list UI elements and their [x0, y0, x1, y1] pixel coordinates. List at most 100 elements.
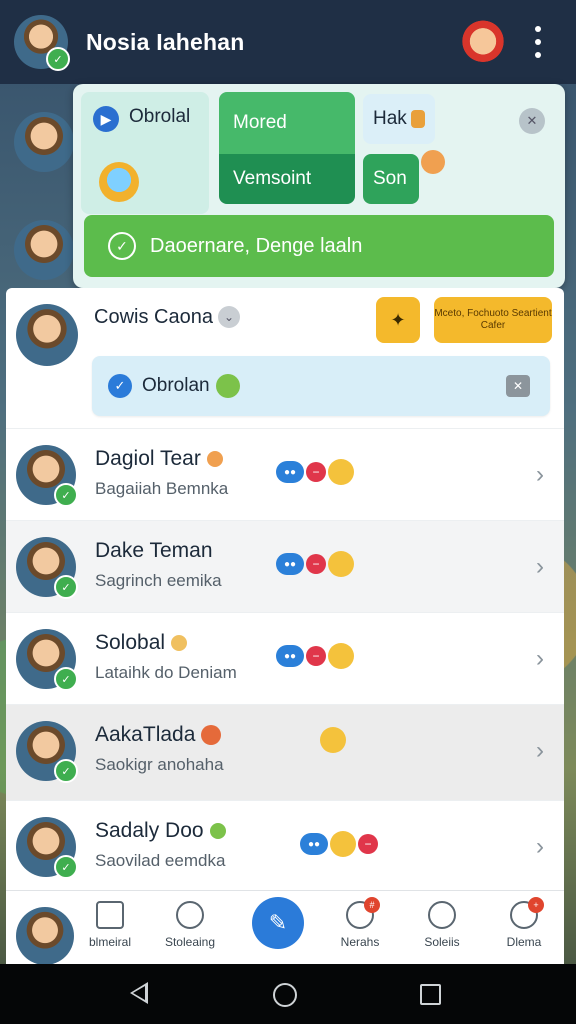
- chevron-right-icon: ›: [536, 553, 544, 580]
- face-emoji-icon: [328, 551, 354, 577]
- chat-bubble-icon: ●●: [276, 461, 304, 483]
- play-icon: ▶: [93, 106, 119, 132]
- hammer-emoji-icon: [410, 110, 425, 128]
- compose-fab-button[interactable]: ✎: [252, 897, 304, 949]
- banner-text: Daoernare, Denge laaln: [150, 234, 363, 257]
- contact-subtitle: Saokigr anohaha: [95, 755, 224, 774]
- mored-button[interactable]: Mored: [219, 92, 355, 154]
- face-emoji-icon: [320, 727, 346, 753]
- son-button[interactable]: Son: [363, 154, 419, 204]
- chat-icon: #: [346, 897, 380, 929]
- dismiss-icon[interactable]: ✕: [506, 375, 530, 397]
- check-circle-icon: ✓: [108, 232, 136, 260]
- reaction-icons: ●● −: [276, 643, 354, 669]
- check-badge-icon: ✓: [108, 374, 132, 398]
- pill-label: Obrolan: [142, 375, 210, 396]
- nav-item-dlema[interactable]: + Dlema: [488, 897, 560, 949]
- gift-icon[interactable]: ✦: [376, 297, 420, 343]
- chevron-right-icon: ›: [536, 645, 544, 672]
- back-icon[interactable]: [130, 982, 148, 1004]
- contact-avatar: ✓: [16, 537, 78, 599]
- face-emoji-icon: [328, 643, 354, 669]
- reaction-icons: [320, 727, 346, 753]
- profile-avatar[interactable]: ✓: [14, 15, 70, 71]
- top-app-bar: ✓ Nosia Iahehan: [0, 0, 576, 84]
- contact-avatar: ✓: [16, 629, 78, 691]
- face-emoji-icon: [330, 831, 356, 857]
- confirm-banner-button[interactable]: ✓ Daoernare, Denge laaln: [84, 215, 554, 277]
- contact-avatar: ✓: [16, 721, 78, 783]
- emoji-icon: [201, 725, 222, 746]
- contact-avatar: ✓: [16, 445, 78, 507]
- nav-label: Stoleaing: [164, 935, 216, 949]
- contact-subtitle: Bagaiiah Bemnka: [95, 479, 229, 498]
- nav-label: Dlema: [506, 935, 542, 949]
- contact-avatar: ✓: [16, 817, 78, 879]
- online-status-icon: ✓: [46, 47, 70, 71]
- nav-item-nerahs[interactable]: # Nerahs: [324, 897, 396, 949]
- notification-badge: #: [364, 897, 380, 913]
- nav-item-blmeiral[interactable]: blmeiral: [74, 901, 146, 949]
- minus-icon: −: [306, 462, 326, 482]
- online-status-icon: ✓: [54, 667, 78, 691]
- hak-label: Hak: [373, 108, 407, 129]
- face-emoji-icon: [328, 459, 354, 485]
- vemsoint-button[interactable]: Vemsoint: [219, 154, 355, 204]
- emoji-icon: [171, 635, 188, 652]
- online-status-icon: ✓: [54, 483, 78, 507]
- contact-name: AakaTlada: [95, 723, 222, 747]
- list-item[interactable]: ✓ Dagiol Tear Bagaiiah Bemnka ●● − ›: [6, 428, 564, 521]
- nav-item-stoleaing[interactable]: Stoleaing: [154, 901, 226, 949]
- emoji-icon: [206, 451, 223, 468]
- hak-button[interactable]: Hak: [363, 94, 435, 144]
- contact-subtitle: Sagrinch eemika: [95, 571, 222, 590]
- chat-bubble-icon: ●●: [300, 833, 328, 855]
- contact-name: Sadaly Doo: [95, 819, 226, 843]
- conversation-header: Cowis Caona ⌄ ✦ Mceto, Fochuoto Seartien…: [6, 288, 564, 428]
- chat-bubble-icon: ●●: [276, 645, 304, 667]
- reaction-icons: ●● −: [276, 551, 354, 577]
- robot-mascot-icon: [99, 162, 139, 202]
- chat-list-card: Cowis Caona ⌄ ✦ Mceto, Fochuoto Seartien…: [6, 288, 564, 964]
- nav-item-soleiis[interactable]: Soleiis: [406, 901, 478, 949]
- chevron-right-icon: ›: [536, 737, 544, 764]
- quick-action-popup: ▶ Obrolal Mored Vemsoint Hak ✕ Son ✓ Dao…: [73, 84, 565, 288]
- conversation-name: Cowis Caona: [94, 306, 213, 328]
- conversation-avatar[interactable]: [16, 304, 78, 366]
- nav-label: blmeiral: [88, 935, 131, 949]
- system-navigation-bar: [0, 964, 576, 1024]
- background-avatar: [14, 220, 74, 280]
- home-icon[interactable]: [273, 983, 297, 1007]
- obrolan-pill[interactable]: ✓ Obrolan ✕: [92, 356, 550, 416]
- background-avatar: [14, 112, 74, 172]
- list-item[interactable]: ✓ Dake Teman Sagrinch eemika ●● − ›: [6, 520, 564, 613]
- contact-subtitle: Saovilad eemdka: [95, 851, 226, 870]
- page-title: Nosia Iahehan: [86, 28, 245, 55]
- recent-apps-icon[interactable]: [420, 984, 441, 1005]
- user-avatar[interactable]: [16, 907, 74, 965]
- document-icon: [96, 901, 124, 929]
- list-item[interactable]: ✓ AakaTlada Saokigr anohaha ›: [6, 704, 564, 801]
- chevron-down-icon[interactable]: ⌄: [218, 306, 240, 328]
- nav-label: Nerahs: [340, 935, 380, 949]
- list-item[interactable]: ✓ Solobal Lataihk do Deniam ●● − ›: [6, 612, 564, 705]
- contact-name: Dagiol Tear: [95, 447, 223, 471]
- contact-name: Dake Teman: [95, 539, 213, 562]
- list-item[interactable]: ✓ Sadaly Doo Saovilad eemdka ●● − ›: [6, 800, 564, 893]
- online-status-icon: ✓: [54, 855, 78, 879]
- chat-bubble-icon: ●●: [276, 553, 304, 575]
- monkey-emoji-icon: [421, 150, 445, 174]
- promo-button[interactable]: Mceto, Fochuoto Seartient Cafer: [434, 297, 552, 343]
- notification-badge: +: [528, 897, 544, 913]
- green-emoji-icon: [215, 374, 240, 398]
- reaction-icons: ●● −: [276, 459, 354, 485]
- mascot-icon[interactable]: [460, 16, 506, 62]
- close-icon[interactable]: ✕: [519, 108, 545, 134]
- obrolal-tile[interactable]: ▶ Obrolal: [81, 92, 209, 214]
- bottom-navigation: blmeiral Stoleaing ✎ # Nerahs Soleiis + …: [6, 890, 564, 965]
- chevron-right-icon: ›: [536, 833, 544, 860]
- reaction-icons: ●● −: [300, 831, 378, 857]
- contact-name: Solobal: [95, 631, 188, 655]
- more-options-icon[interactable]: [528, 26, 548, 58]
- emoji-icon: [209, 823, 226, 840]
